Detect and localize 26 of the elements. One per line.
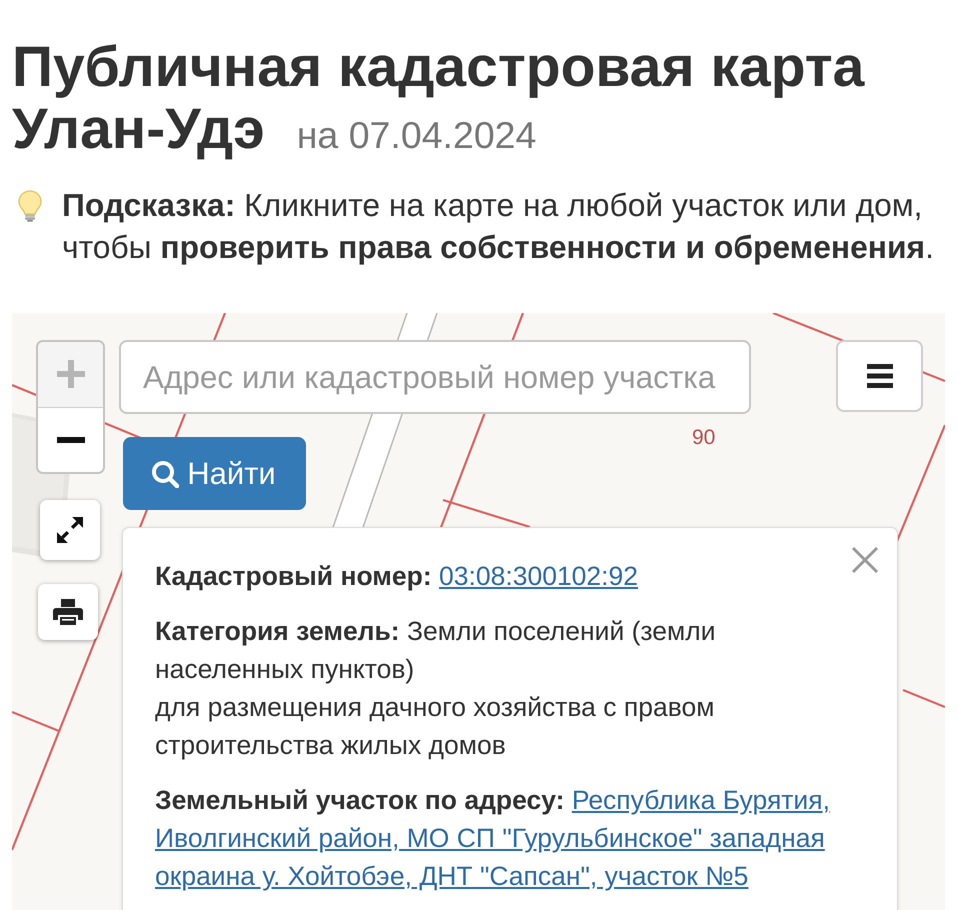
info-link[interactable]: 03:08:300102:92	[439, 561, 638, 591]
printer-icon	[53, 599, 83, 625]
info-link[interactable]: окраина у. Хойтобэе, ДНТ "Сапсан", участок №5	[155, 861, 748, 891]
search-icon	[151, 460, 180, 488]
search-field[interactable]: Адрес или кадастровый номер участка	[119, 340, 751, 414]
diagonal-arrows-icon	[57, 517, 83, 543]
info-link[interactable]: Иволгинский район, МО СП "Гурульбинское" западная	[155, 823, 825, 853]
hint-text: Подсказка: Кликните на карте на любой участок или дом, чтобы проверить права собственности и обременения.	[62, 186, 935, 267]
lightbulb-icon	[18, 190, 42, 222]
info-field-text: Земельный участок по адресу: Республика Бурятия, Иволгинский район, МО СП "Гурульбинское" западная окраина у. Хойтобэе, ДНТ "Сапсан", участок №5	[155, 784, 831, 893]
print-button[interactable]	[38, 584, 98, 640]
info-link[interactable]: Республика Бурятия,	[572, 785, 830, 815]
close-icon	[851, 546, 879, 574]
page-title: Публичная кадастровая карта Улан-Удэ на 07.04.2024	[12, 36, 866, 160]
plus-icon	[56, 360, 84, 388]
find-button[interactable]: Найти	[123, 437, 306, 510]
menu-icon	[866, 363, 892, 389]
menu-button[interactable]	[836, 340, 923, 412]
fullscreen-button[interactable]	[40, 500, 100, 560]
info-field-text: Кадастровый номер: 03:08:300102:92	[155, 560, 639, 593]
info-note-text: для размещения дачного хозяйства с правом строительства жилых домов	[155, 691, 716, 762]
parcel-number: 90	[692, 426, 716, 450]
zoom-out-button[interactable]	[38, 406, 103, 472]
close-button[interactable]	[850, 545, 880, 575]
info-field-text: Категория земель: Земли поселений (земли населенных пунктов)	[155, 615, 717, 686]
minus-icon	[56, 436, 84, 443]
